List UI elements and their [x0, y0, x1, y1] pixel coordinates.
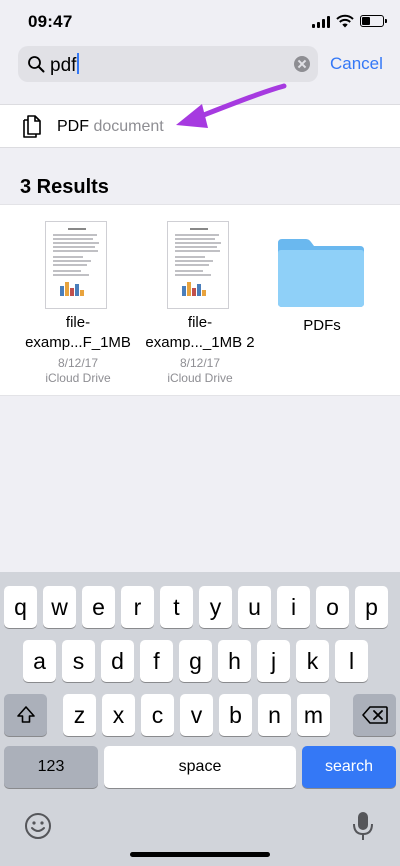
- key-v[interactable]: v: [180, 694, 213, 736]
- document-icon: [23, 115, 41, 138]
- status-bar: 09:47: [0, 0, 400, 44]
- key-n[interactable]: n: [258, 694, 291, 736]
- backspace-icon: [361, 706, 388, 724]
- key-i[interactable]: i: [277, 586, 310, 628]
- result-file-2[interactable]: file- examp..._1MB 2 8/12/17 iCloud Driv…: [140, 205, 260, 397]
- key-z[interactable]: z: [63, 694, 96, 736]
- emoji-icon[interactable]: [24, 812, 52, 840]
- space-key[interactable]: space: [104, 746, 296, 788]
- results-heading: 3 Results: [20, 176, 109, 198]
- file-name-line2: examp...F_1MB: [25, 334, 131, 351]
- search-input[interactable]: pdf: [18, 46, 318, 82]
- file-location: iCloud Drive: [167, 371, 233, 385]
- folder-name: PDFs: [303, 317, 341, 334]
- key-l[interactable]: l: [335, 640, 368, 682]
- file-name-line1: file-: [65, 314, 91, 331]
- key-o[interactable]: o: [316, 586, 349, 628]
- key-j[interactable]: j: [257, 640, 290, 682]
- microphone-icon[interactable]: [352, 810, 374, 842]
- pdf-thumbnail: [167, 221, 229, 309]
- shift-key[interactable]: [4, 694, 47, 736]
- key-s[interactable]: s: [62, 640, 95, 682]
- key-k[interactable]: k: [296, 640, 329, 682]
- key-y[interactable]: y: [199, 586, 232, 628]
- key-b[interactable]: b: [219, 694, 252, 736]
- shift-icon: [16, 706, 35, 723]
- key-p[interactable]: p: [355, 586, 388, 628]
- key-e[interactable]: e: [82, 586, 115, 628]
- key-x[interactable]: x: [102, 694, 135, 736]
- results-grid: file- examp...F_1MB 8/12/17 iCloud Drive…: [0, 204, 400, 396]
- delete-key[interactable]: [353, 694, 396, 736]
- key-r[interactable]: r: [121, 586, 154, 628]
- key-w[interactable]: w: [43, 586, 76, 628]
- clear-search-icon[interactable]: [294, 56, 310, 72]
- pdf-thumbnail: [45, 221, 107, 309]
- suggestion-label: PDF document: [57, 118, 164, 135]
- home-indicator[interactable]: [130, 852, 270, 857]
- key-h[interactable]: h: [218, 640, 251, 682]
- key-c[interactable]: c: [141, 694, 174, 736]
- status-time: 09:47: [28, 12, 73, 31]
- text-cursor: [77, 53, 80, 74]
- result-file-1[interactable]: file- examp...F_1MB 8/12/17 iCloud Drive: [18, 205, 138, 397]
- key-m[interactable]: m: [297, 694, 330, 736]
- result-folder-pdfs[interactable]: PDFs: [262, 205, 382, 397]
- wifi-icon: [336, 14, 354, 28]
- keyboard: qwertyuiop asdfghjkl zxcvbnm 123 space s…: [0, 572, 400, 866]
- search-key[interactable]: search: [302, 746, 396, 788]
- search-icon: [28, 56, 45, 73]
- file-date: 8/12/17: [179, 356, 221, 370]
- key-q[interactable]: q: [4, 586, 37, 628]
- battery-icon: [360, 15, 387, 27]
- search-query[interactable]: pdf: [50, 53, 80, 77]
- key-g[interactable]: g: [179, 640, 212, 682]
- key-f[interactable]: f: [140, 640, 173, 682]
- numbers-key[interactable]: 123: [4, 746, 98, 788]
- folder-icon: [278, 239, 364, 307]
- cellular-signal-icon: [312, 16, 330, 28]
- file-date: 8/12/17: [57, 356, 99, 370]
- file-name-line1: file-: [187, 314, 213, 331]
- key-t[interactable]: t: [160, 586, 193, 628]
- annotation-arrow: [176, 83, 287, 128]
- cancel-button[interactable]: Cancel: [330, 54, 383, 74]
- key-u[interactable]: u: [238, 586, 271, 628]
- key-a[interactable]: a: [23, 640, 56, 682]
- key-d[interactable]: d: [101, 640, 134, 682]
- file-location: iCloud Drive: [45, 371, 111, 385]
- file-name-line2: examp..._1MB 2: [145, 334, 255, 351]
